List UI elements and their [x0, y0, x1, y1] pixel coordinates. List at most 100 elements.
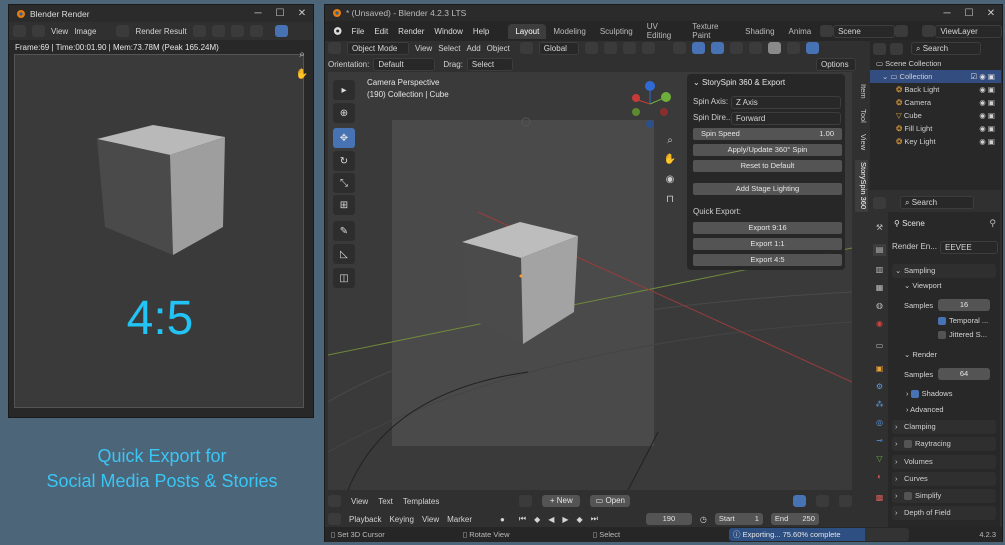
outliner-item-back-light[interactable]: ❂ Back Light ◉ ▣	[870, 83, 1001, 96]
orientation-selector[interactable]: Global	[538, 41, 579, 55]
render-tab-icon[interactable]: ▤	[873, 244, 886, 256]
next-keyframe-icon[interactable]: ◆	[577, 515, 583, 524]
xray-icon[interactable]	[729, 42, 743, 54]
menu-edit[interactable]: Edit	[369, 27, 393, 36]
timeline-menu-keying[interactable]: Keying	[389, 515, 413, 524]
hand-icon[interactable]: ✋	[659, 154, 681, 165]
minimize-icon[interactable]: ─	[247, 8, 269, 19]
syntax-highlight-icon[interactable]	[839, 495, 852, 507]
spin-speed-field[interactable]: Spin Speed 1.00	[693, 128, 842, 140]
depth-of-field-panel-header[interactable]: › Depth of Field	[892, 506, 996, 520]
shadows-subpanel-header[interactable]: › Shadows	[906, 389, 952, 399]
sidebar-tab-item[interactable]: Item	[855, 80, 868, 102]
shading-rendered-icon[interactable]	[805, 42, 819, 54]
modifier-tab-icon[interactable]: ⚙	[873, 381, 886, 393]
spin-direction-dropdown[interactable]: Forward	[731, 112, 841, 125]
advanced-subpanel-header[interactable]: › Advanced	[906, 405, 944, 414]
zoom-icon[interactable]: ⌕	[291, 49, 313, 60]
transform-tool-icon[interactable]: ⊞	[333, 195, 355, 215]
view-layer-tab-icon[interactable]: ▦	[873, 282, 886, 294]
new-text-button[interactable]: + New	[542, 495, 581, 507]
eye-icon[interactable]: ◉ ▣	[979, 122, 995, 135]
folder-icon[interactable]	[230, 25, 244, 37]
end-frame-field[interactable]: End 250	[770, 513, 819, 525]
visibility-icon[interactable]	[672, 42, 686, 54]
overlay-toggle-icon[interactable]	[710, 42, 724, 54]
jump-start-icon[interactable]: ⏮	[519, 514, 526, 524]
menu-select[interactable]: Select	[438, 44, 460, 53]
timeline-menu-marker[interactable]: Marker	[447, 515, 472, 524]
proportional-edit-icon[interactable]	[622, 42, 636, 54]
zoom-icon[interactable]: ⌕	[659, 135, 681, 146]
minimize-icon[interactable]: ─	[936, 8, 958, 19]
shading-material-icon[interactable]	[786, 42, 800, 54]
start-frame-field[interactable]: Start 1	[714, 513, 763, 525]
clamping-panel-header[interactable]: › Clamping	[892, 420, 996, 434]
jittered-shadows-checkbox[interactable]: Jittered S...	[938, 330, 987, 340]
image-mode-icon[interactable]	[32, 25, 45, 37]
text-menu-view[interactable]: View	[351, 497, 368, 506]
cursor-tool-icon[interactable]: ⊕	[333, 103, 355, 123]
tab-animation[interactable]: Anima	[782, 24, 819, 39]
stopwatch-icon[interactable]: ◷	[700, 515, 707, 524]
navigation-gizmo[interactable]	[624, 78, 674, 130]
mode-selector[interactable]: Object Mode	[347, 41, 409, 55]
editor-type-icon[interactable]	[328, 513, 341, 525]
select-tool-icon[interactable]: ▸	[333, 80, 355, 100]
sidebar-tab-storyspin[interactable]: StorySpin 360	[855, 160, 868, 212]
world-tab-icon[interactable]: ◉	[873, 318, 886, 330]
play-icon[interactable]: ▶	[562, 515, 568, 524]
open-text-button[interactable]: ▭ Open	[590, 495, 631, 507]
scene-tab-icon[interactable]: ◍	[873, 300, 886, 312]
close-icon[interactable]: ✕	[291, 8, 313, 19]
physics-tab-icon[interactable]: ◎	[873, 417, 886, 429]
volumes-panel-header[interactable]: › Volumes	[892, 455, 996, 469]
image-browse-icon[interactable]	[116, 25, 130, 37]
current-frame-field[interactable]: 190	[645, 513, 692, 525]
image-name[interactable]: Render Result	[135, 27, 186, 36]
visibility-icons[interactable]: ☑ ◉ ▣	[970, 70, 995, 83]
word-wrap-icon[interactable]	[816, 495, 829, 507]
hand-icon[interactable]: ✋	[291, 69, 313, 80]
new-scene-icon[interactable]	[894, 25, 908, 37]
line-numbers-icon[interactable]	[793, 495, 806, 507]
sidebar-tab-view[interactable]: View	[855, 132, 868, 152]
pivot-icon[interactable]	[584, 42, 598, 54]
scene-selector[interactable]: Scene	[833, 24, 895, 38]
editor-type-icon[interactable]	[873, 42, 886, 55]
render-engine-dropdown[interactable]: EEVEE	[940, 241, 998, 254]
fake-user-icon[interactable]	[192, 25, 206, 37]
falloff-icon[interactable]	[641, 42, 655, 54]
menu-view[interactable]: View	[51, 27, 68, 36]
reset-default-button[interactable]: Reset to Default	[693, 160, 842, 172]
sampling-panel-header[interactable]: ⌄ Sampling	[892, 264, 996, 278]
menu-image[interactable]: Image	[74, 27, 96, 36]
annotate-tool-icon[interactable]: ✎	[333, 221, 355, 241]
menu-render[interactable]: Render	[393, 27, 429, 36]
menu-file[interactable]: File	[346, 27, 369, 36]
sidebar-tab-tool[interactable]: Tool	[855, 106, 868, 126]
curves-panel-header[interactable]: › Curves	[892, 472, 996, 486]
add-stage-lighting-button[interactable]: Add Stage Lighting	[693, 183, 842, 195]
text-menu-text[interactable]: Text	[378, 497, 393, 506]
texture-tab-icon[interactable]: ▩	[873, 492, 886, 504]
temporal-reprojection-checkbox[interactable]: Temporal ...	[938, 316, 988, 326]
tab-shading[interactable]: Shading	[738, 24, 781, 39]
menu-view[interactable]: View	[415, 44, 432, 53]
object-tab-icon[interactable]: ▣	[873, 363, 886, 375]
menu-help[interactable]: Help	[468, 27, 494, 36]
storyspin-header[interactable]: ⌄ StorySpin 360 & Export	[693, 77, 839, 89]
collection-tab-icon[interactable]: ▭	[873, 340, 886, 352]
unlink-icon[interactable]	[249, 25, 263, 37]
gizmo-toggle-icon[interactable]	[691, 42, 705, 54]
tab-layout[interactable]: Layout	[508, 23, 547, 39]
timeline-menu-view[interactable]: View	[422, 515, 439, 524]
orientation-default-dropdown[interactable]: Default	[373, 57, 436, 71]
menu-add[interactable]: Add	[466, 44, 480, 53]
apply-spin-button[interactable]: Apply/Update 360° Spin	[693, 144, 842, 156]
editor-type-icon[interactable]	[328, 42, 341, 54]
tab-sculpting[interactable]: Sculpting	[593, 24, 640, 39]
text-browse-icon[interactable]	[519, 495, 533, 507]
menu-window[interactable]: Window	[429, 27, 467, 36]
export-1-1-button[interactable]: Export 1:1	[693, 238, 842, 250]
